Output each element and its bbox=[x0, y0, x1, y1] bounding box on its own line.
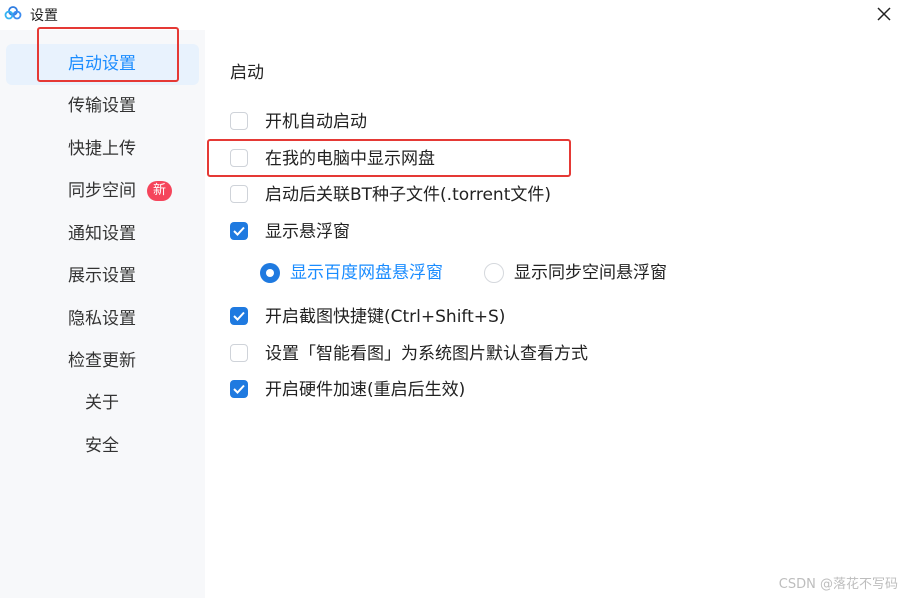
sidebar-item-label: 展示设置 bbox=[68, 266, 136, 286]
checkbox[interactable] bbox=[230, 344, 248, 362]
sidebar-item-about[interactable]: 关于 bbox=[6, 383, 199, 424]
sidebar-item-label: 快捷上传 bbox=[68, 139, 136, 159]
option-label: 开启硬件加速(重启后生效) bbox=[265, 380, 466, 400]
sidebar-item-sync-space[interactable]: 同步空间 新 bbox=[6, 171, 199, 212]
checkmark-icon bbox=[233, 384, 245, 394]
sidebar-item-label: 启动设置 bbox=[68, 54, 136, 74]
sidebar-item-label: 通知设置 bbox=[68, 224, 136, 244]
sidebar-item-label: 传输设置 bbox=[68, 96, 136, 116]
checkbox-checked[interactable] bbox=[230, 380, 248, 398]
option-label: 显示悬浮窗 bbox=[265, 222, 350, 242]
settings-sidebar: 启动设置 传输设置 快捷上传 同步空间 新 通知设置 展示设置 隐私设置 检查更… bbox=[0, 30, 205, 598]
sidebar-item-startup[interactable]: 启动设置 bbox=[6, 44, 199, 85]
baidu-netdisk-logo-icon bbox=[4, 6, 22, 20]
option-label: 设置「智能看图」为系统图片默认查看方式 bbox=[265, 344, 588, 364]
watermark: CSDN @落花不写码 bbox=[778, 577, 898, 592]
option-label: 启动后关联BT种子文件(.torrent文件) bbox=[265, 185, 551, 205]
radio-button[interactable] bbox=[484, 263, 504, 283]
sidebar-item-notifications[interactable]: 通知设置 bbox=[6, 214, 199, 255]
checkbox[interactable] bbox=[230, 149, 248, 167]
sidebar-item-quick-upload[interactable]: 快捷上传 bbox=[6, 129, 199, 170]
option-label: 开机自动启动 bbox=[265, 112, 367, 132]
sidebar-item-label: 同步空间 bbox=[68, 181, 136, 201]
sidebar-item-privacy[interactable]: 隐私设置 bbox=[6, 299, 199, 340]
sidebar-item-check-update[interactable]: 检查更新 bbox=[6, 341, 199, 382]
option-label: 开启截图快捷键(Ctrl+Shift+S) bbox=[265, 307, 506, 327]
checkmark-icon bbox=[233, 311, 245, 321]
sidebar-item-label: 安全 bbox=[85, 436, 119, 456]
sidebar-item-label: 隐私设置 bbox=[68, 309, 136, 329]
checkbox[interactable] bbox=[230, 185, 248, 203]
checkmark-icon bbox=[233, 226, 245, 236]
checkbox[interactable] bbox=[230, 112, 248, 130]
sidebar-item-display[interactable]: 展示设置 bbox=[6, 256, 199, 297]
settings-window: 设置 启动设置 传输设置 快捷上传 同步空间 新 通知设置 展示设置 隐私设置 … bbox=[0, 0, 906, 598]
new-badge: 新 bbox=[147, 181, 173, 201]
window-title: 设置 bbox=[30, 8, 58, 24]
section-title: 启动 bbox=[230, 63, 264, 83]
sidebar-item-label: 检查更新 bbox=[68, 351, 136, 371]
option-label: 在我的电脑中显示网盘 bbox=[265, 149, 435, 169]
sidebar-item-security[interactable]: 安全 bbox=[6, 426, 199, 467]
radio-label: 显示百度网盘悬浮窗 bbox=[290, 263, 443, 283]
radio-button-selected[interactable] bbox=[260, 263, 280, 283]
checkbox-checked[interactable] bbox=[230, 222, 248, 240]
close-icon[interactable] bbox=[876, 6, 892, 22]
sidebar-item-label: 关于 bbox=[85, 393, 119, 413]
checkbox-checked[interactable] bbox=[230, 307, 248, 325]
settings-content: 启动 开机自动启动 在我的电脑中显示网盘 启动后关联BT种子文件(.torren… bbox=[205, 30, 906, 598]
sidebar-item-transfer[interactable]: 传输设置 bbox=[6, 86, 199, 127]
title-bar: 设置 bbox=[0, 0, 906, 30]
radio-label: 显示同步空间悬浮窗 bbox=[514, 263, 667, 283]
